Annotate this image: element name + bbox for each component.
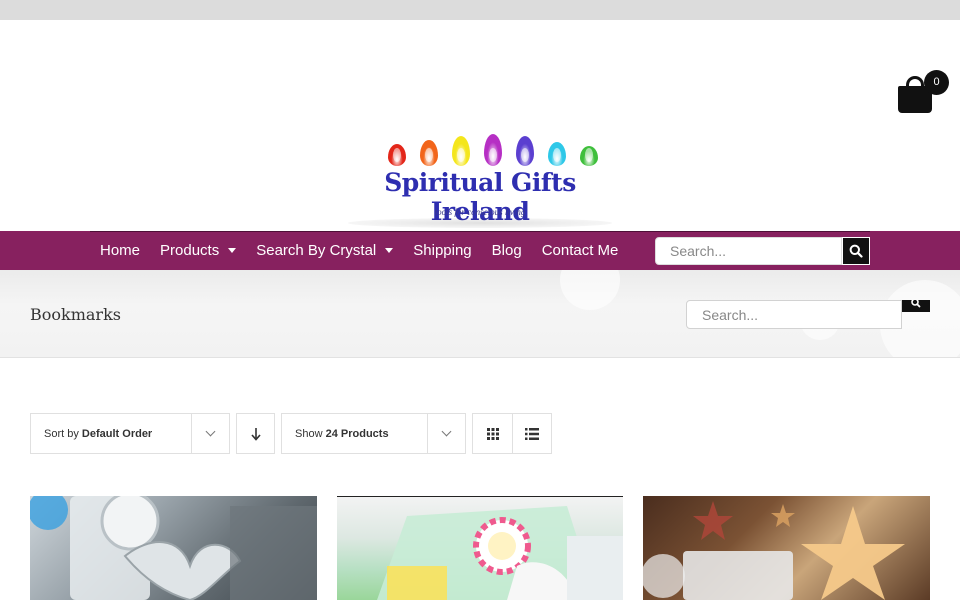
- nav-search-button[interactable]: [842, 237, 870, 265]
- logo-flame-icon: [580, 146, 598, 166]
- nav-menu: Home Products Search By Crystal Shipping…: [90, 231, 628, 270]
- nav-item-label: Shipping: [413, 242, 472, 259]
- nav-item-contact-me[interactable]: Contact Me: [532, 231, 629, 270]
- product-card-image[interactable]: [337, 496, 623, 600]
- logo-shadow: [348, 218, 612, 228]
- sort-label: Sort by Default Order: [44, 427, 153, 440]
- view-mode-switch: [472, 413, 552, 454]
- chevron-down-icon: [441, 426, 452, 437]
- nav-item-label: Contact Me: [541, 242, 619, 259]
- chevron-down-icon: [205, 426, 216, 437]
- arrow-down-icon: [250, 427, 261, 441]
- nav-item-label: Blog: [491, 242, 522, 259]
- nav-item-blog[interactable]: Blog: [482, 231, 532, 270]
- page-title-bar: Bookmarks: [0, 270, 960, 358]
- dropdown-divider: [191, 414, 192, 453]
- cart-count-badge: 0: [924, 70, 949, 95]
- product-card-image[interactable]: [30, 496, 317, 600]
- nav-item-search-by-crystal[interactable]: Search By Crystal: [246, 231, 403, 270]
- page-title: Bookmarks: [30, 305, 121, 324]
- logo-flame-icon: [516, 136, 534, 166]
- logo-flame-icon: [420, 140, 438, 166]
- show-label: Show 24 Products: [295, 427, 389, 440]
- nav-item-home[interactable]: Home: [90, 231, 150, 270]
- product-card-image[interactable]: [643, 496, 930, 600]
- nav-search-input[interactable]: [655, 237, 842, 265]
- butterfly-bookmark-image: [30, 496, 317, 600]
- grid-icon: [486, 427, 499, 440]
- nav-item-label: Search By Crystal: [256, 242, 377, 259]
- search-icon: [849, 244, 863, 258]
- sort-by-dropdown[interactable]: Sort by Default Order: [30, 413, 230, 454]
- page-search-form: [686, 300, 930, 329]
- nav-item-label: Home: [100, 242, 141, 259]
- nav-item-products[interactable]: Products: [150, 231, 246, 270]
- products-per-page-dropdown[interactable]: Show 24 Products: [281, 413, 466, 454]
- star-bookmark-image: [643, 501, 905, 600]
- background-bokeh: [560, 270, 620, 310]
- caret-down-icon: [228, 248, 237, 253]
- page-search-input[interactable]: [686, 300, 902, 329]
- list-view-button[interactable]: [512, 414, 551, 453]
- view-divider: [512, 414, 513, 453]
- top-strip: [0, 0, 960, 20]
- sort-value: Default Order: [81, 427, 153, 440]
- caret-down-icon: [385, 248, 394, 253]
- logo-flames: [380, 118, 600, 166]
- nav-item-shipping[interactable]: Shipping: [403, 231, 481, 270]
- grid-view-button[interactable]: [473, 414, 512, 453]
- show-value: 24 Products: [325, 427, 389, 440]
- nav-search-form: [655, 237, 870, 265]
- logo-flame-icon: [548, 142, 566, 166]
- page-search-button[interactable]: [902, 300, 930, 312]
- cart-button[interactable]: 0: [896, 70, 950, 116]
- logo-tagline: tools for conscious living: [434, 207, 526, 217]
- list-icon: [524, 427, 539, 440]
- site-logo[interactable]: Spiritual Gifts Ireland tools for consci…: [340, 118, 620, 228]
- butterfly-gift-box-image: [337, 496, 623, 600]
- logo-flame-icon: [484, 134, 502, 166]
- main-navigation: Home Products Search By Crystal Shipping…: [0, 231, 960, 270]
- dropdown-divider: [427, 414, 428, 453]
- nav-item-label: Products: [160, 242, 220, 259]
- sort-direction-button[interactable]: [236, 413, 275, 454]
- search-icon: [911, 300, 921, 308]
- logo-flame-icon: [452, 136, 470, 166]
- logo-flame-icon: [388, 144, 406, 166]
